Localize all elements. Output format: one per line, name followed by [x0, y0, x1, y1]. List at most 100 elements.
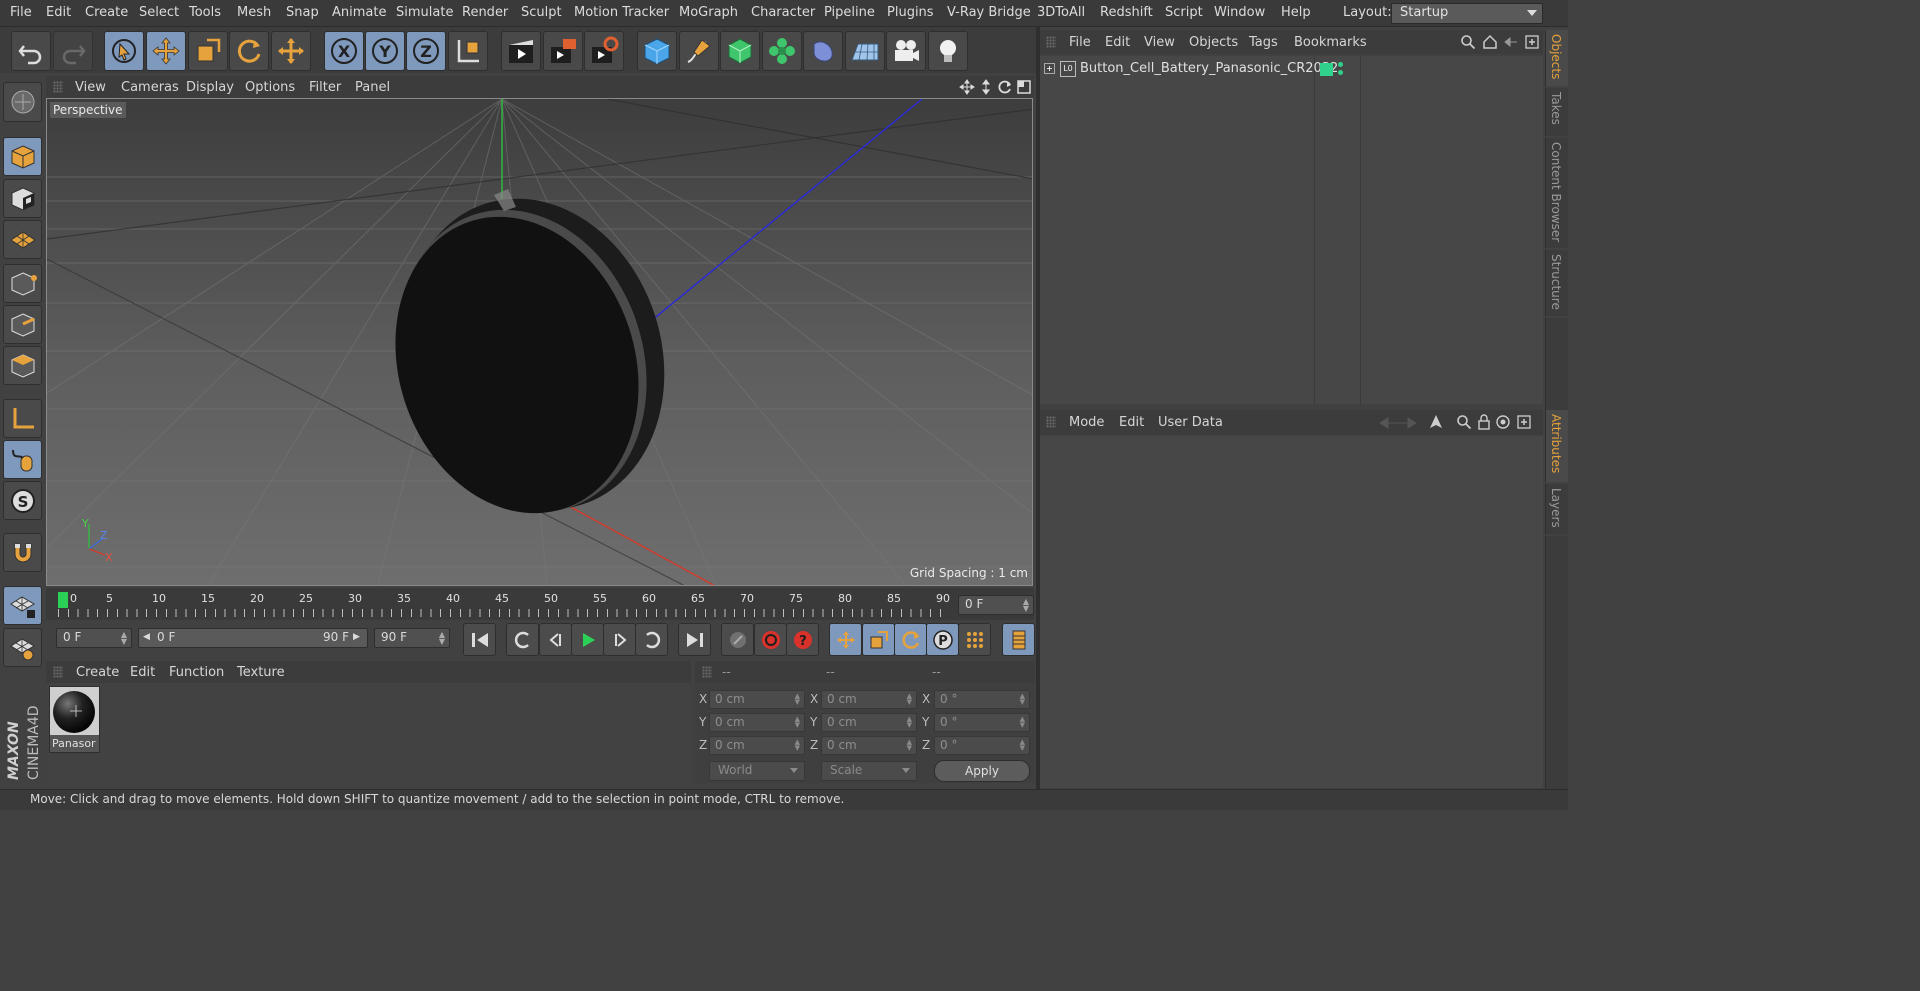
zoom-view-icon[interactable] [978, 79, 994, 95]
camera-button[interactable] [886, 31, 926, 71]
menu-help[interactable]: Help [1281, 5, 1311, 20]
material-menu-texture[interactable]: Texture [237, 665, 285, 680]
y-axis-lock-button[interactable]: Y [365, 31, 405, 71]
size-x-field[interactable]: 0 cm ▲ ▼ [821, 690, 917, 709]
menu-select[interactable]: Select [139, 5, 179, 20]
viewport-menu-options[interactable]: Options [245, 80, 295, 95]
viewport-menu-filter[interactable]: Filter [309, 80, 341, 95]
attributes-menu-user-data[interactable]: User Data [1158, 415, 1223, 430]
position-y-field[interactable]: 0 cm ▲ ▼ [709, 713, 805, 732]
rotation-track-button[interactable] [894, 623, 927, 656]
expand-icon[interactable] [1044, 63, 1055, 74]
objects-menu-edit[interactable]: Edit [1105, 35, 1130, 50]
live-selection-tool[interactable] [104, 31, 144, 71]
position-track-button[interactable] [829, 623, 862, 656]
render-view-button[interactable] [501, 31, 541, 71]
back-icon[interactable] [1503, 34, 1519, 50]
menu-simulate[interactable]: Simulate [396, 5, 453, 20]
size-z-field[interactable]: 0 cm ▲ ▼ [821, 736, 917, 755]
apply-button[interactable]: Apply [934, 760, 1030, 782]
menu-sculpt[interactable]: Sculpt [521, 5, 562, 20]
viewport-menu-display[interactable]: Display [186, 80, 234, 95]
new-panel-icon[interactable] [1516, 414, 1532, 430]
z-axis-lock-button[interactable]: Z [406, 31, 446, 71]
render-picture-viewer-button[interactable] [543, 31, 583, 71]
object-name[interactable]: Button_Cell_Battery_Panasonic_CR2032 [1080, 61, 1338, 76]
size-y-field[interactable]: 0 cm ▲ ▼ [821, 713, 917, 732]
search-icon[interactable] [1456, 414, 1472, 430]
tab-takes[interactable]: Takes [1545, 88, 1568, 136]
edges-mode-button[interactable] [3, 305, 42, 344]
rotate-tool[interactable] [229, 31, 269, 71]
start-frame-field[interactable]: 0 F ▲ ▼ [56, 628, 132, 648]
position-x-field[interactable]: 0 cm ▲ ▼ [709, 690, 805, 709]
material-menu-create[interactable]: Create [76, 665, 119, 680]
menu-edit[interactable]: Edit [46, 5, 71, 20]
layout-select[interactable]: Startup [1391, 3, 1543, 24]
play-button[interactable] [571, 623, 604, 656]
rotation-p-field[interactable]: 0 ° ▲ ▼ [934, 713, 1030, 732]
menu-character[interactable]: Character [751, 5, 815, 20]
next-frame-button[interactable] [603, 623, 636, 656]
autokeying-button[interactable] [754, 623, 787, 656]
maximize-view-icon[interactable] [1016, 79, 1032, 95]
viewport-menu-cameras[interactable]: Cameras [121, 80, 179, 95]
objects-menu-objects[interactable]: Objects [1189, 35, 1238, 50]
scale-tool[interactable] [188, 31, 228, 71]
keyframe-selection-button[interactable]: ? [786, 623, 819, 656]
material-menu-edit[interactable]: Edit [130, 665, 155, 680]
go-to-start-button[interactable] [463, 623, 496, 656]
material-swatch[interactable]: Panasor [49, 686, 100, 753]
points-mode-button[interactable] [3, 264, 42, 303]
tab-layers[interactable]: Layers [1545, 484, 1568, 534]
menu-3dtoall[interactable]: 3DToAll [1037, 5, 1085, 20]
current-frame-field[interactable]: 0 F ▲ ▼ [958, 595, 1034, 615]
layer-color-swatch[interactable] [1320, 63, 1333, 76]
undo-button[interactable] [11, 31, 51, 71]
render-settings-button[interactable] [584, 31, 624, 71]
pan-view-icon[interactable] [959, 79, 975, 95]
size-mode-select[interactable]: Scale [821, 761, 917, 781]
history-arrows-icon[interactable] [1378, 415, 1418, 431]
render-visibility-dot[interactable] [1338, 70, 1343, 75]
range-left-arrow-icon[interactable]: ◀ [143, 632, 150, 642]
menu-tools[interactable]: Tools [189, 5, 221, 20]
cube-object-button[interactable] [637, 31, 677, 71]
model-mode-button[interactable] [3, 137, 42, 176]
tweak-mode-button[interactable] [3, 440, 42, 479]
menu-plugins[interactable]: Plugins [887, 5, 934, 20]
lock-icon[interactable] [1476, 414, 1492, 430]
battery-model[interactable] [358, 164, 703, 545]
object-row[interactable]: L0 Button_Cell_Battery_Panasonic_CR2032 [1040, 58, 1543, 80]
menu-render[interactable]: Render [462, 5, 508, 20]
polygons-mode-button[interactable] [3, 346, 42, 385]
go-to-end-button[interactable] [678, 623, 711, 656]
perspective-viewport[interactable]: Y Z X [46, 98, 1033, 586]
coordinate-mode-select[interactable]: World [709, 761, 805, 781]
menu-mesh[interactable]: Mesh [237, 5, 271, 20]
point-level-animation-button[interactable] [958, 623, 991, 656]
make-editable-button[interactable] [3, 82, 42, 122]
menu-script[interactable]: Script [1165, 5, 1203, 20]
objects-menu-file[interactable]: File [1069, 35, 1091, 50]
viewport-menu-panel[interactable]: Panel [355, 80, 390, 95]
tab-objects[interactable]: Objects [1545, 30, 1568, 86]
timeline-ruler[interactable]: 0 5 10 15 20 25 30 35 40 45 50 55 60 65 … [46, 588, 1034, 620]
rotate-view-icon[interactable] [997, 79, 1013, 95]
floor-button[interactable] [845, 31, 885, 71]
tab-content-browser[interactable]: Content Browser [1545, 138, 1568, 248]
menu-pipeline[interactable]: Pipeline [824, 5, 875, 20]
record-position-button[interactable] [721, 623, 754, 656]
parameter-track-button[interactable]: P [926, 623, 959, 656]
menu-motion-tracker[interactable]: Motion Tracker [574, 5, 669, 20]
menu-animate[interactable]: Animate [332, 5, 386, 20]
rotation-b-field[interactable]: 0 ° ▲ ▼ [934, 736, 1030, 755]
menu-mograph[interactable]: MoGraph [679, 5, 738, 20]
playhead-marker[interactable] [58, 592, 68, 608]
range-right-arrow-icon[interactable]: ▶ [353, 632, 360, 642]
texture-mode-button[interactable] [3, 179, 42, 218]
subdivision-surface-button[interactable] [720, 31, 760, 71]
objects-menu-bookmarks[interactable]: Bookmarks [1294, 35, 1367, 50]
redo-button[interactable] [53, 31, 93, 71]
timeline-window-button[interactable] [1002, 623, 1035, 656]
